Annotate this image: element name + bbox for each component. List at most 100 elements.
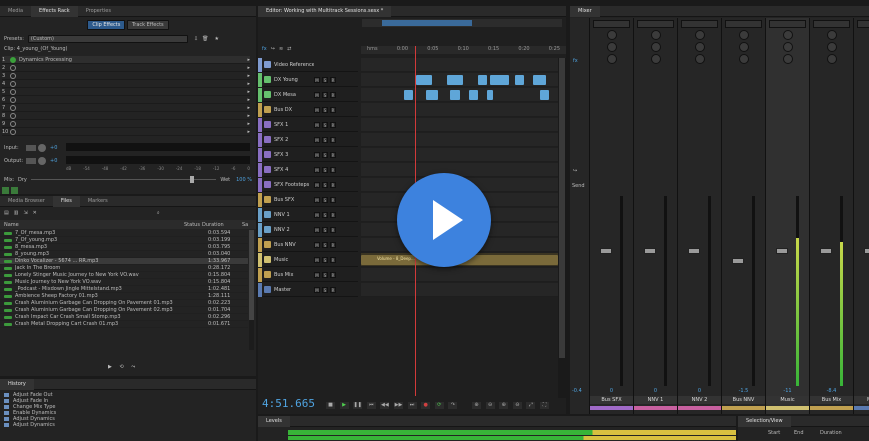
delete-preset-icon[interactable]: 🗑	[202, 36, 208, 42]
audio-clip[interactable]	[447, 75, 463, 85]
volume-fader[interactable]	[644, 248, 656, 254]
history-item[interactable]: Adjust Dynamics	[0, 422, 256, 428]
track-header[interactable]: NNV 2MSR	[258, 222, 358, 237]
mixer-knob[interactable]	[694, 30, 705, 40]
record-arm-button[interactable]: R	[330, 136, 336, 143]
mixer-knob[interactable]	[782, 42, 793, 52]
effect-slot-arrow-icon[interactable]: ▸	[247, 57, 250, 63]
audio-clip[interactable]	[478, 75, 488, 85]
record-arm-button[interactable]: R	[330, 121, 336, 128]
track-name[interactable]: Music	[274, 257, 314, 263]
mixer-knob[interactable]	[738, 30, 749, 40]
channel-name[interactable]: NNV 2	[678, 396, 721, 404]
input-knob[interactable]	[38, 143, 46, 152]
audio-clip[interactable]	[404, 90, 414, 100]
mixer-knob[interactable]	[650, 54, 661, 64]
tab-effects-rack[interactable]: Effects Rack	[31, 6, 78, 17]
tab-media[interactable]: Media	[0, 6, 31, 17]
track-name[interactable]: Bus DX	[274, 107, 314, 113]
zoom-out-time-icon[interactable]: ⊖	[512, 402, 522, 409]
close-file-icon[interactable]: ✕	[33, 210, 37, 216]
output-value[interactable]: +0	[50, 158, 57, 164]
tab-files[interactable]: Files	[52, 196, 80, 207]
mixer-knob[interactable]	[694, 42, 705, 52]
effect-power-icon[interactable]	[10, 128, 16, 135]
mixer-knob[interactable]	[782, 54, 793, 64]
zoom-selection-icon[interactable]: ⛶	[540, 402, 549, 409]
file-list-item[interactable]: Crash Aluminium Garbage Can Dropping On …	[0, 300, 248, 307]
record-arm-button[interactable]: R	[330, 181, 336, 188]
record-arm-button[interactable]: R	[330, 286, 336, 293]
channel-db-value[interactable]: -8.4	[810, 388, 853, 394]
track-name[interactable]: Bus SFX	[274, 197, 314, 203]
channel-db-value[interactable]: 0	[634, 388, 677, 394]
pause-icon[interactable]: ❚❚	[353, 402, 363, 409]
column-status[interactable]: Status	[184, 222, 202, 228]
file-list-item[interactable]: Crash Impact Car Crash Small Stomp.mp3 0:…	[0, 314, 248, 321]
track-lane[interactable]	[361, 148, 566, 162]
tab-selection-view[interactable]: Selection/View	[738, 416, 791, 427]
go-to-end-icon[interactable]: ⏭	[407, 402, 417, 409]
track-name[interactable]: SFX 2	[274, 137, 314, 143]
file-list-scrollbar[interactable]	[249, 230, 254, 350]
mute-button[interactable]: M	[314, 76, 320, 83]
input-routing-dropdown[interactable]	[637, 20, 674, 28]
mixer-knob[interactable]	[694, 54, 705, 64]
solo-button[interactable]: S	[322, 76, 328, 83]
tab-media-browser[interactable]: Media Browser	[0, 196, 53, 207]
mixer-knob[interactable]	[826, 54, 837, 64]
solo-button[interactable]: S	[322, 286, 328, 293]
solo-button[interactable]: S	[322, 226, 328, 233]
volume-fader[interactable]	[600, 248, 612, 254]
zoom-full-icon[interactable]: ⤢	[526, 402, 536, 409]
rack-bypass-icon[interactable]	[11, 187, 18, 194]
track-name[interactable]: SFX 3	[274, 152, 314, 158]
file-list-item[interactable]: Ambience Sheep Factory 01.mp3 1:28.111	[0, 293, 248, 300]
record-arm-button[interactable]: R	[330, 226, 336, 233]
solo-button[interactable]: S	[322, 136, 328, 143]
mixer-knob[interactable]	[606, 42, 617, 52]
effect-slot[interactable]: 3 ▸	[2, 72, 250, 80]
effect-slot[interactable]: 1 Dynamics Processing ▸	[2, 56, 250, 64]
track-header[interactable]: NNV 1MSR	[258, 207, 358, 222]
audio-clip[interactable]	[425, 90, 438, 100]
track-header[interactable]: SFX Footsteps M S R	[258, 177, 358, 192]
new-file-icon[interactable]: ▤	[4, 210, 9, 216]
track-header[interactable]: Master M S R	[258, 282, 358, 297]
preview-autoplay-icon[interactable]: ⤳	[131, 364, 135, 370]
input-value[interactable]: +0	[50, 145, 57, 151]
mixer-knob[interactable]	[738, 42, 749, 52]
mixer-knob[interactable]	[826, 42, 837, 52]
mute-button[interactable]: M	[314, 166, 320, 173]
file-list-item[interactable]: Jack In The Broom 0:28.172	[0, 265, 248, 272]
solo-button[interactable]: S	[322, 181, 328, 188]
effect-power-icon[interactable]	[10, 80, 16, 87]
file-list-item[interactable]: Lonely Stinger Music Journey to New York…	[0, 272, 248, 279]
track-lane[interactable]	[361, 268, 566, 282]
effect-slot[interactable]: 7 ▸	[2, 104, 250, 112]
volume-fader[interactable]	[688, 248, 700, 254]
rewind-icon[interactable]: ◀◀	[380, 402, 390, 409]
track-header[interactable]: Bus Mix M S R	[258, 267, 358, 282]
record-arm-button[interactable]: R	[330, 271, 336, 278]
track-name[interactable]: SFX 1	[274, 122, 314, 128]
file-list-item[interactable]: 7_Of_mesa.mp3 0:03.594	[0, 230, 248, 237]
effect-slot[interactable]: 10 ▸	[2, 128, 250, 136]
record-arm-button[interactable]: R	[330, 196, 336, 203]
save-preset-icon[interactable]: ⇩	[194, 36, 198, 42]
open-file-icon[interactable]: ▥	[14, 210, 19, 216]
channel-db-value[interactable]: -11	[766, 388, 809, 394]
solo-button[interactable]: S	[322, 211, 328, 218]
record-arm-button[interactable]: R	[330, 151, 336, 158]
record-arm-button[interactable]: R	[330, 211, 336, 218]
audio-clip[interactable]	[515, 75, 525, 85]
effect-slot-arrow-icon[interactable]: ▸	[247, 113, 250, 119]
track-header[interactable]: DX Mesa M S R	[258, 87, 358, 102]
output-knob[interactable]	[38, 156, 46, 165]
track-lane[interactable]	[361, 118, 566, 132]
editor-timecode[interactable]: 4:51.665	[262, 397, 315, 410]
solo-button[interactable]: S	[322, 121, 328, 128]
channel-name[interactable]: NNV 1	[634, 396, 677, 404]
audio-clip[interactable]	[539, 90, 549, 100]
track-header[interactable]: Bus NNV M S R	[258, 237, 358, 252]
